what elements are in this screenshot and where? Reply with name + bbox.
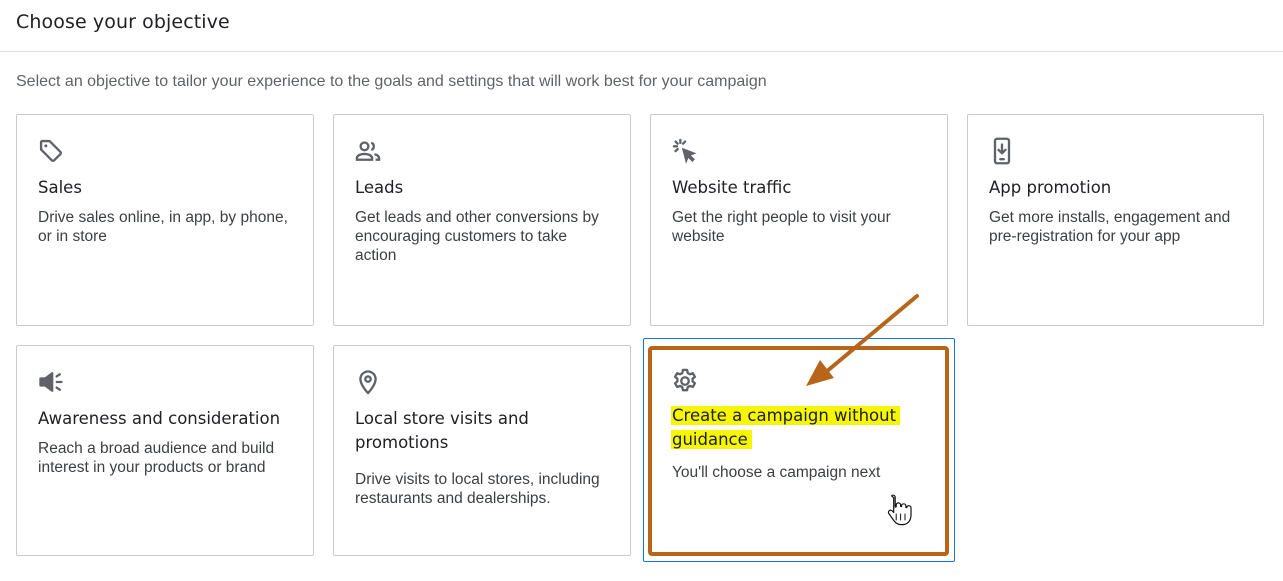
objective-card-leads[interactable]: Leads Get leads and other conversions by… <box>333 114 631 326</box>
card-description: You'll choose a campaign next <box>672 464 881 481</box>
card-title: Website traffic <box>672 178 792 197</box>
tag-icon <box>37 137 65 165</box>
card-title: Leads <box>355 178 404 197</box>
card-title-line-2: guidance <box>671 430 752 449</box>
card-description: Drive sales online, in app, by phone, or… <box>38 209 288 245</box>
objective-card-sales[interactable]: Sales Drive sales online, in app, by pho… <box>16 114 314 326</box>
gear-icon <box>671 367 699 395</box>
objective-card-awareness[interactable]: Awareness and consideration Reach a broa… <box>16 345 314 556</box>
card-title-line-1: Create a campaign without <box>671 406 901 425</box>
card-title: Sales <box>38 178 82 197</box>
cursor-click-icon <box>671 137 699 165</box>
objective-card-no-guidance[interactable]: Create a campaign without guidance You'l… <box>643 338 955 562</box>
card-description: Reach a broad audience and build interes… <box>38 440 275 476</box>
location-pin-icon <box>354 368 382 396</box>
subtitle: Select an objective to tailor your exper… <box>16 73 767 90</box>
megaphone-icon <box>37 368 65 396</box>
objective-card-website-traffic[interactable]: Website traffic Get the right people to … <box>650 114 948 326</box>
card-title: App promotion <box>989 178 1112 197</box>
dialog-header: Choose your objective <box>0 0 1283 52</box>
objective-card-local-store-visits[interactable]: Local store visits and promotions Drive … <box>333 345 631 556</box>
card-description: Get the right people to visit your websi… <box>672 209 891 245</box>
card-title: Create a campaign without guidance <box>671 404 938 452</box>
objective-card-app-promotion[interactable]: App promotion Get more installs, engagem… <box>967 114 1264 326</box>
phone-download-icon <box>988 137 1016 165</box>
people-icon <box>354 137 382 165</box>
card-description: Get leads and other conversions by encou… <box>355 209 599 264</box>
card-title: Awareness and consideration <box>38 409 281 428</box>
card-description: Drive visits to local stores, including … <box>355 471 600 507</box>
card-title: Local store visits and promotions <box>355 409 529 452</box>
card-description: Get more installs, engagement and pre-re… <box>989 209 1231 245</box>
hand-pointer-icon <box>887 494 912 526</box>
page-title: Choose your objective <box>16 11 230 33</box>
